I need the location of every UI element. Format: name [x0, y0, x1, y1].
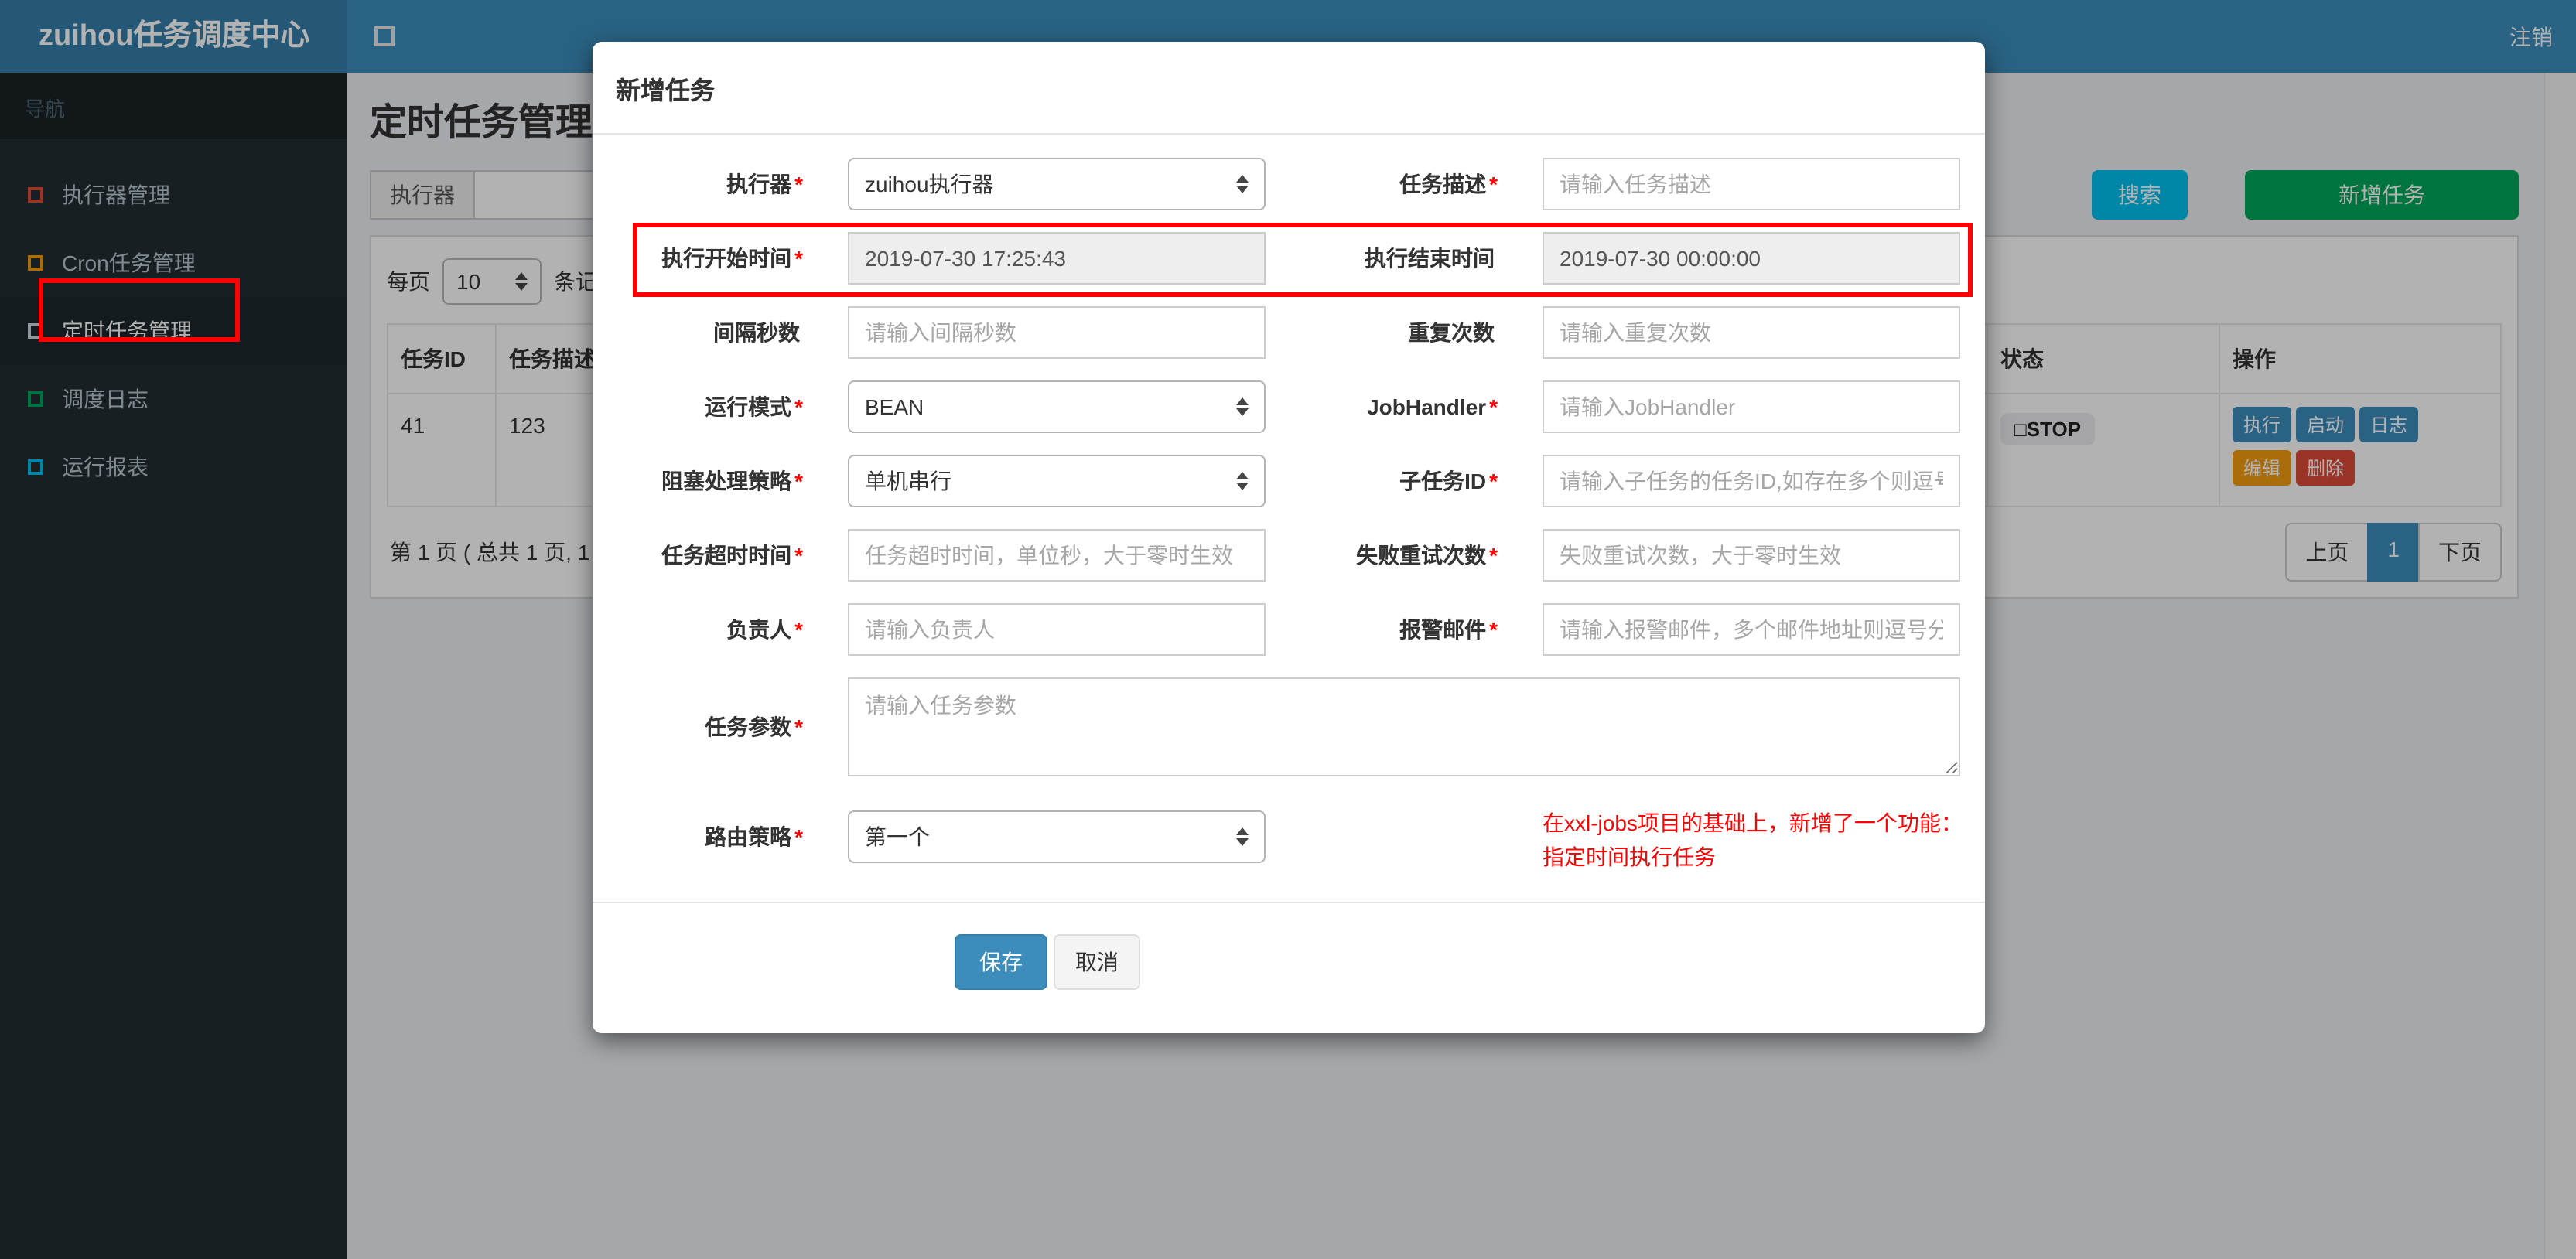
- block-strategy-label: 阻塞处理策略 *: [661, 469, 803, 493]
- executor-select-value: zuihou执行器: [865, 172, 994, 196]
- form-row-block-childjob: 阻塞处理策略 * 单机串行 子任务ID *: [624, 455, 1960, 507]
- owner-input[interactable]: [848, 603, 1266, 656]
- executor-select[interactable]: zuihou执行器: [848, 158, 1266, 210]
- interval-label: 间隔秒数: [713, 320, 800, 345]
- form-row-route-strategy: 路由策略 * 第一个 在xxl-jobs项目的基础上，新增了一个功能： 指定时间执…: [624, 800, 1963, 874]
- select-arrows-icon: [1236, 827, 1249, 846]
- alarm-email-input[interactable]: [1543, 603, 1960, 656]
- form-row-runmode-handler: 运行模式 * BEAN JobHandler *: [624, 380, 1960, 433]
- owner-label: 负责人 *: [726, 617, 803, 642]
- modal-body: 执行器* zuihou执行器 任务描述* 执行开始时间* 执行结束时间 间隔秒数…: [593, 135, 1985, 1033]
- block-strategy-select[interactable]: 单机串行: [848, 455, 1266, 507]
- select-arrows-icon: [1236, 472, 1249, 490]
- repeat-count-label: 重复次数: [1408, 320, 1495, 345]
- select-arrows-icon: [1236, 397, 1249, 416]
- save-button[interactable]: 保存: [955, 934, 1047, 990]
- form-row-owner-email: 负责人* 报警邮件*: [624, 603, 1960, 656]
- feature-note: 在xxl-jobs项目的基础上，新增了一个功能： 指定时间执行任务: [1543, 806, 1963, 874]
- feature-note-line1: 在xxl-jobs项目的基础上，新增了一个功能：: [1543, 810, 1963, 835]
- fail-retry-input[interactable]: [1543, 529, 1960, 582]
- fail-retry-label: 失败重试次数 *: [1356, 543, 1498, 568]
- form-row-executor-desc: 执行器 * zuihou执行器 任务描述 *: [624, 158, 1960, 210]
- form-row-interval-repeat: 间隔秒数 重复次数: [624, 306, 1960, 359]
- cancel-button[interactable]: 取消: [1054, 934, 1140, 990]
- modal-header: 新增任务: [593, 42, 1985, 135]
- add-job-modal: 新增任务 执行器* zuihou执行器 任务描述* 执行开始时间* 执行结束时间: [593, 42, 1985, 1033]
- timeout-input[interactable]: [848, 529, 1266, 582]
- run-mode-label: 运行模式 *: [705, 394, 803, 419]
- start-time-input[interactable]: [848, 232, 1266, 285]
- job-handler-label: JobHandler *: [1367, 394, 1498, 419]
- run-mode-select[interactable]: BEAN: [848, 380, 1266, 433]
- start-time-label: 执行开始时间 *: [661, 246, 803, 271]
- job-desc-label: 任务描述 *: [1399, 172, 1498, 196]
- job-desc-input[interactable]: [1543, 158, 1960, 210]
- modal-title: 新增任务: [616, 78, 716, 104]
- route-strategy-select-value: 第一个: [865, 824, 930, 849]
- job-param-textarea[interactable]: [848, 677, 1960, 776]
- form-row-timeout-retry: 任务超时时间* 失败重试次数*: [624, 529, 1960, 582]
- route-strategy-label: 路由策略 *: [705, 824, 803, 849]
- interval-input[interactable]: [848, 306, 1266, 359]
- job-param-label: 任务参数 *: [705, 715, 803, 739]
- child-job-input[interactable]: [1543, 455, 1960, 507]
- repeat-count-input[interactable]: [1543, 306, 1960, 359]
- end-time-input[interactable]: [1543, 232, 1960, 285]
- modal-footer: 保存 取消: [624, 903, 1960, 1033]
- form-row-start-end-time: 执行开始时间* 执行结束时间: [624, 223, 1973, 297]
- app-root: zuihou任务调度中心 注销 导航 执行器管理 Cron任务管理 定时任务管理: [0, 0, 2576, 1259]
- end-time-label: 执行结束时间: [1365, 246, 1495, 271]
- executor-label: 执行器 *: [726, 172, 803, 196]
- form-row-job-param: 任务参数 *: [624, 677, 1960, 776]
- timeout-label: 任务超时时间 *: [661, 543, 803, 568]
- block-strategy-select-value: 单机串行: [865, 469, 951, 493]
- alarm-email-label: 报警邮件 *: [1399, 617, 1498, 642]
- route-strategy-select[interactable]: 第一个: [848, 810, 1266, 863]
- job-handler-input[interactable]: [1543, 380, 1960, 433]
- feature-note-line2: 指定时间执行任务: [1543, 844, 1716, 869]
- select-arrows-icon: [1236, 175, 1249, 193]
- run-mode-select-value: BEAN: [865, 394, 924, 419]
- child-job-label: 子任务ID *: [1399, 469, 1498, 493]
